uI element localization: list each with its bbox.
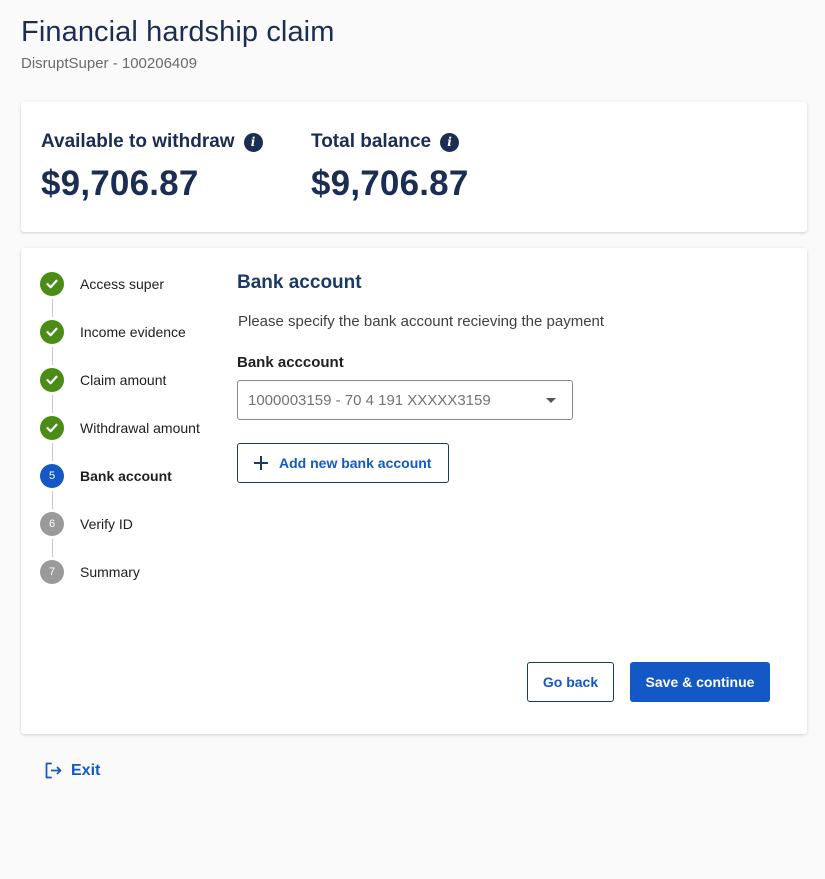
section-title: Bank account [237,272,362,293]
section-description: Please specify the bank account recievin… [238,313,605,330]
check-icon [40,320,64,344]
step-number: 6 [40,512,64,536]
bank-account-select[interactable]: 1000003159 - 70 4 191 XXXXX3159 [237,380,573,420]
step-label: Withdrawal amount [80,420,200,436]
check-icon [40,368,64,392]
step-access-super[interactable]: Access super [40,272,230,320]
page: Financial hardship claim DisruptSuper - … [0,0,825,879]
selected-account: 1000003159 - 70 4 191 XXXXX3159 [248,391,491,409]
available-amount: $9,706.87 [41,164,199,203]
step-label: Summary [80,564,140,580]
check-icon [40,416,64,440]
plus-icon [254,456,268,470]
step-summary: 7 Summary [40,560,230,608]
check-icon [40,272,64,296]
step-label: Income evidence [80,324,186,340]
bank-account-label: Bank acccount [237,354,344,371]
page-subtitle: DisruptSuper - 100206409 [21,55,197,72]
exit-label: Exit [71,761,101,779]
stepper: Access super Income evidence Claim amoun… [40,272,230,608]
step-label: Bank account [80,468,172,484]
step-bank-account[interactable]: 5 Bank account [40,464,230,512]
balance-card: Available to withdraw i $9,706.87 Total … [21,102,807,232]
available-label: Available to withdraw [41,131,235,152]
step-number: 7 [40,560,64,584]
total-balance: Total balance i $9,706.87 [311,130,469,204]
add-bank-account-label: Add new bank account [279,455,432,471]
step-connector [51,347,53,365]
exit-icon [45,762,62,779]
step-withdrawal-amount[interactable]: Withdrawal amount [40,416,230,464]
step-connector [51,491,53,509]
step-label: Claim amount [80,372,167,388]
step-verify-id: 6 Verify ID [40,512,230,560]
step-claim-amount[interactable]: Claim amount [40,368,230,416]
step-number: 5 [40,464,64,488]
info-icon[interactable]: i [440,132,460,152]
step-label: Verify ID [80,516,133,532]
save-continue-button[interactable]: Save & continue [630,662,770,702]
total-label: Total balance [311,131,432,152]
page-title: Financial hardship claim [21,16,335,48]
step-income-evidence[interactable]: Income evidence [40,320,230,368]
available-balance: Available to withdraw i $9,706.87 [41,130,263,204]
step-connector [51,395,53,413]
exit-link[interactable]: Exit [43,760,100,781]
step-label: Access super [80,276,165,292]
step-connector [51,443,53,461]
add-bank-account-button[interactable]: Add new bank account [237,443,449,483]
caret-down-icon [546,398,556,403]
claim-form-card: Access super Income evidence Claim amoun… [21,248,807,734]
step-connector [51,299,53,317]
go-back-button[interactable]: Go back [527,662,614,702]
step-connector [51,539,53,557]
total-amount: $9,706.87 [311,164,469,203]
info-icon[interactable]: i [243,132,263,152]
